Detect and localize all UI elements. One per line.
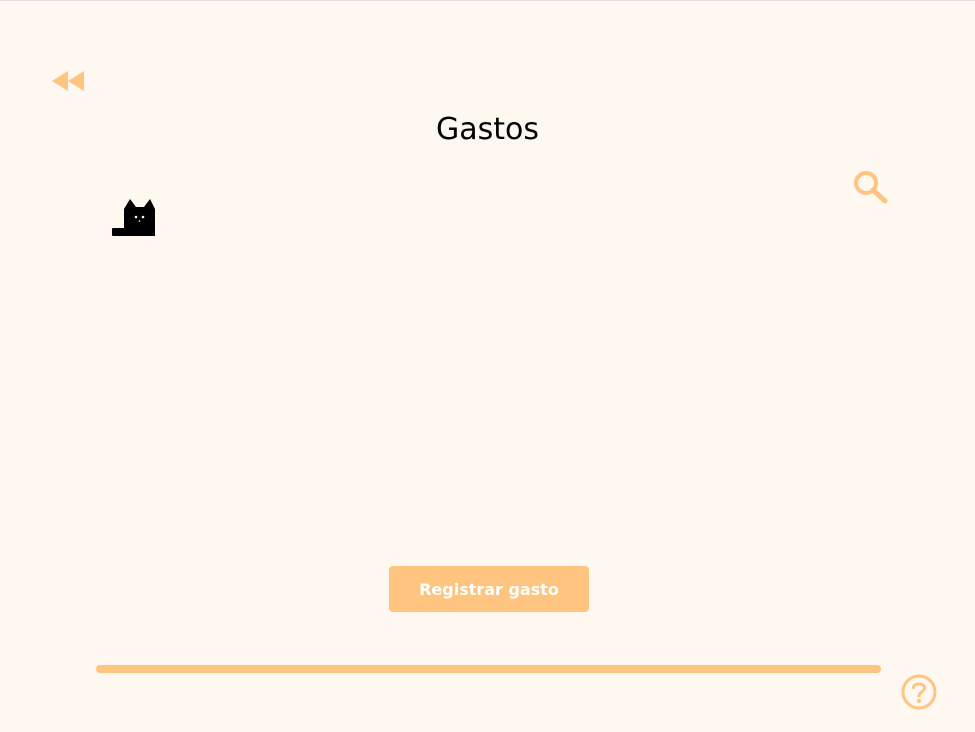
search-button[interactable] <box>850 167 890 205</box>
top-divider <box>0 0 975 1</box>
progress-bar <box>96 665 881 673</box>
rewind-icon <box>52 71 84 91</box>
help-icon <box>901 674 937 710</box>
back-button[interactable] <box>50 68 88 94</box>
page-title: Gastos <box>435 112 539 147</box>
search-icon <box>854 171 888 204</box>
cat-logo <box>110 197 158 239</box>
register-expense-button[interactable]: Registrar gasto <box>389 566 589 612</box>
cat-icon <box>112 199 155 236</box>
help-button[interactable] <box>899 672 939 712</box>
